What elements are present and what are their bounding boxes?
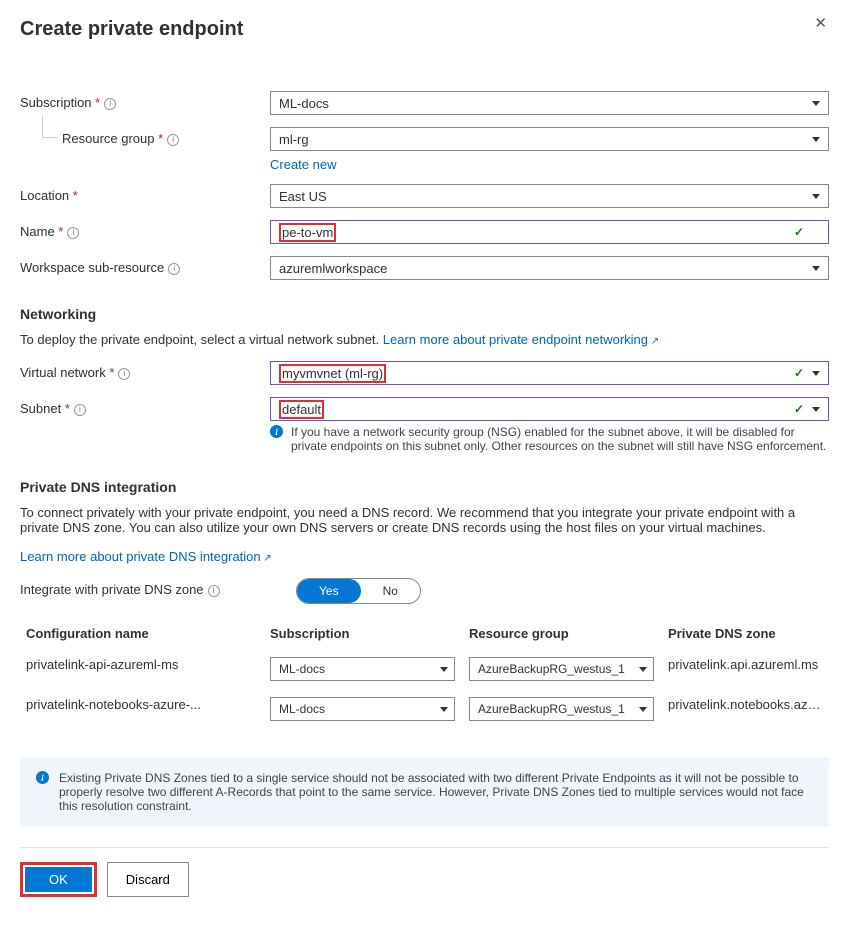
info-icon[interactable]: i xyxy=(74,404,86,416)
vnet-select[interactable]: myvmvnet (ml-rg) xyxy=(270,361,829,385)
networking-desc: To deploy the private endpoint, select a… xyxy=(20,332,829,347)
row-rg-select[interactable]: AzureBackupRG_westus_1 xyxy=(469,657,654,681)
ok-button[interactable]: OK xyxy=(25,867,92,892)
networking-heading: Networking xyxy=(20,306,829,322)
subresource-select[interactable]: azuremlworkspace xyxy=(270,256,829,280)
resource-group-select[interactable]: ml-rg xyxy=(270,127,829,151)
page-title: Create private endpoint xyxy=(20,18,829,41)
dns-warning-callout: i Existing Private DNS Zones tied to a s… xyxy=(20,757,829,827)
row-subscription-select[interactable]: ML-docs xyxy=(270,697,455,721)
resource-group-label: Resource group xyxy=(62,131,163,146)
toggle-no[interactable]: No xyxy=(361,579,420,603)
subnet-label: Subnet xyxy=(20,401,70,416)
subscription-select[interactable]: ML-docs xyxy=(270,91,829,115)
info-icon[interactable]: i xyxy=(104,98,116,110)
location-select[interactable]: East US xyxy=(270,184,829,208)
col-subscription: Subscription xyxy=(270,626,455,641)
info-icon: i xyxy=(270,425,283,438)
subresource-label: Workspace sub-resource xyxy=(20,260,164,275)
dns-learn-link[interactable]: Learn more about private DNS integration xyxy=(20,549,272,564)
discard-button[interactable]: Discard xyxy=(107,862,189,897)
subscription-label: Subscription xyxy=(20,95,100,110)
info-icon[interactable]: i xyxy=(208,585,220,597)
row-subscription-select[interactable]: ML-docs xyxy=(270,657,455,681)
table-row: privatelink-notebooks-azure-... ML-docs … xyxy=(20,689,829,729)
info-icon[interactable]: i xyxy=(168,263,180,275)
close-icon[interactable]: ✕ xyxy=(814,14,827,32)
col-config-name: Configuration name xyxy=(26,626,256,641)
dns-zone-table: Configuration name Subscription Resource… xyxy=(20,618,829,729)
dns-desc: To connect privately with your private e… xyxy=(20,505,829,535)
vnet-label: Virtual network xyxy=(20,365,114,380)
networking-learn-link[interactable]: Learn more about private endpoint networ… xyxy=(383,332,659,347)
name-input[interactable]: pe-to-vm xyxy=(270,220,829,244)
table-row: privatelink-api-azureml-ms ML-docs Azure… xyxy=(20,649,829,689)
create-new-link[interactable]: Create new xyxy=(270,157,336,172)
dns-toggle[interactable]: Yes No xyxy=(296,578,421,604)
toggle-yes[interactable]: Yes xyxy=(297,579,361,603)
name-label: Name xyxy=(20,224,63,239)
location-label: Location xyxy=(20,188,78,203)
subnet-select[interactable]: default xyxy=(270,397,829,421)
dns-toggle-label: Integrate with private DNS zone xyxy=(20,582,204,597)
info-icon[interactable]: i xyxy=(118,368,130,380)
info-icon[interactable]: i xyxy=(167,134,179,146)
info-icon[interactable]: i xyxy=(67,227,79,239)
col-resource-group: Resource group xyxy=(469,626,654,641)
subnet-note: If you have a network security group (NS… xyxy=(291,425,829,453)
dns-heading: Private DNS integration xyxy=(20,479,829,495)
row-rg-select[interactable]: AzureBackupRG_westus_1 xyxy=(469,697,654,721)
info-icon: i xyxy=(36,771,49,784)
col-dns-zone: Private DNS zone xyxy=(668,626,823,641)
